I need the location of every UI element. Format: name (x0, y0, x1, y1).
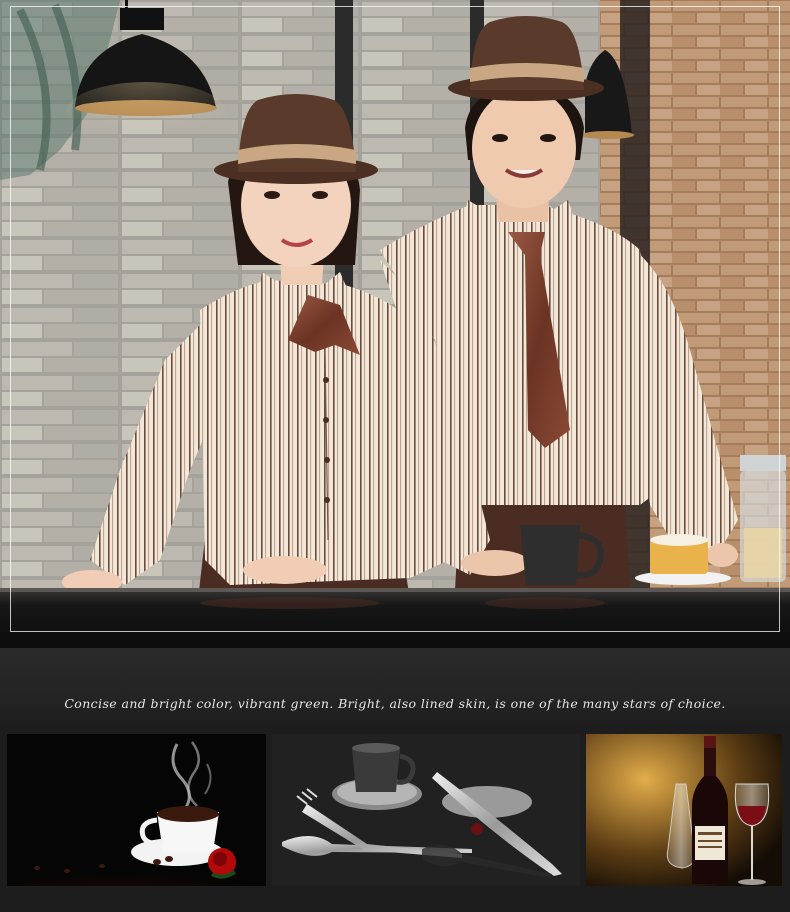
caption-band: Concise and bright color, vibrant green.… (0, 648, 790, 726)
caption-text: Concise and bright color, vibrant green.… (64, 696, 726, 711)
coffee-cup-icon (7, 734, 266, 886)
wine-bottle-icon (586, 734, 782, 886)
hero-photo (0, 0, 790, 648)
gallery (0, 726, 790, 912)
cutlery-set-icon (272, 734, 580, 886)
hero-illustration (0, 0, 790, 648)
